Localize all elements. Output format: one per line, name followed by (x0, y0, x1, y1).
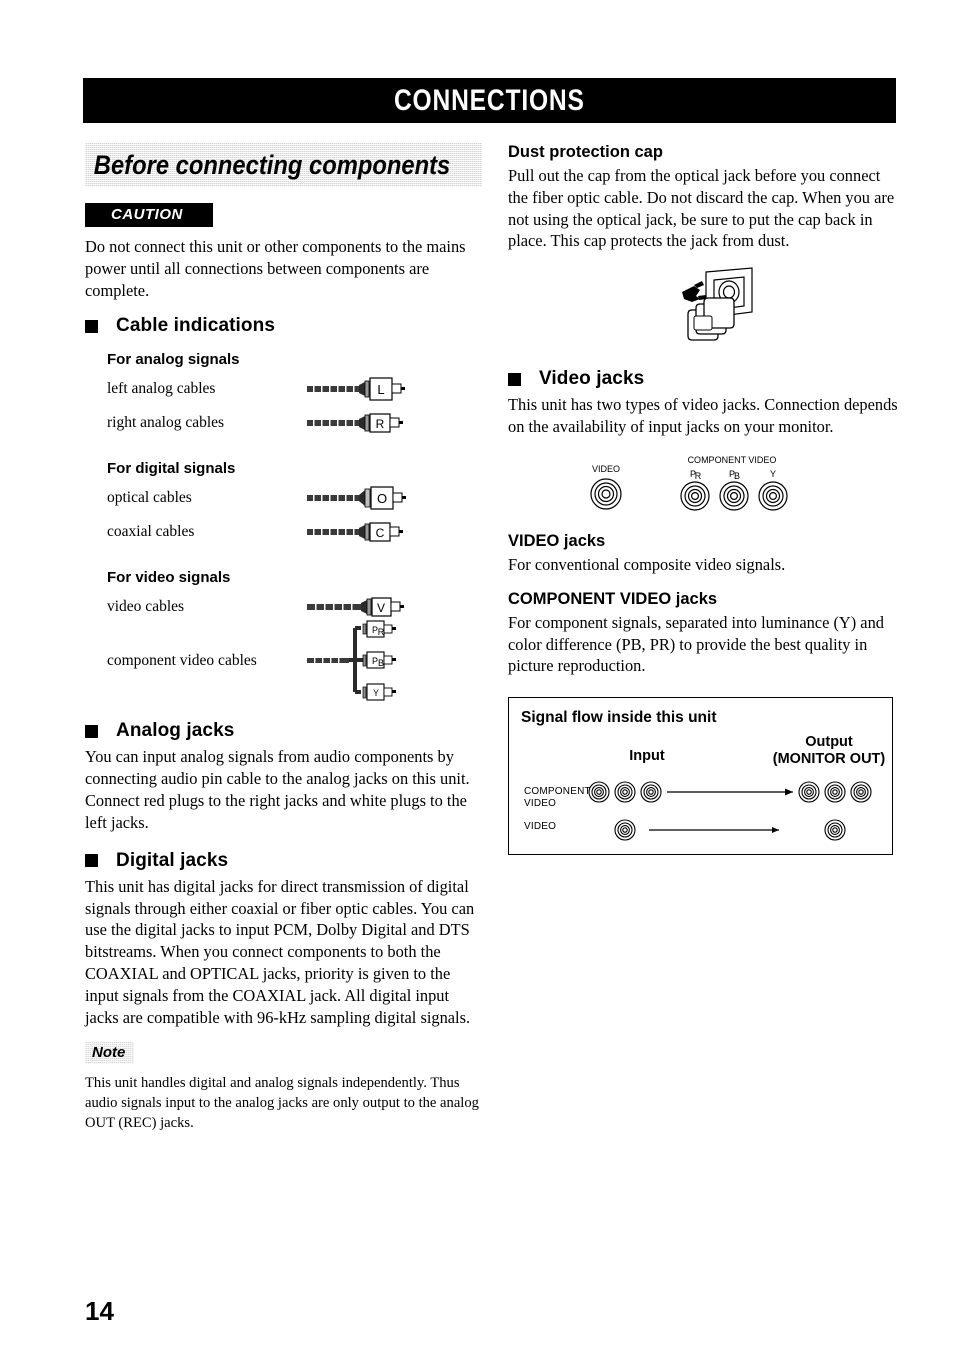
page-number: 14 (85, 1296, 114, 1326)
cable-group-video: For video signals video cables V compone… (85, 569, 483, 701)
row1-label-line1: COMPONENT (524, 786, 591, 798)
cable-label: left analog cables (107, 380, 216, 398)
cable-group-digital: For digital signals optical cables O coa… (85, 460, 483, 549)
cable-row-left-analog: left analog cables L (107, 372, 483, 406)
cable-connector-c-icon: C (307, 519, 407, 545)
caution-text: Do not connect this unit or other compon… (85, 237, 466, 300)
svg-text:V: V (377, 601, 385, 615)
signal-flow-title: Signal flow inside this unit (521, 709, 717, 727)
heading-cable-indications: Cable indications (85, 315, 483, 337)
signal-flow-row1-label: COMPONENT VIDEO (524, 786, 591, 809)
heading-dust-protection-cap: Dust protection cap (508, 143, 663, 161)
cable-connector-v-icon: V (307, 594, 407, 620)
heading-digital-jacks: Digital jacks (85, 850, 483, 872)
cable-label: optical cables (107, 489, 192, 507)
jack-diagram-component-label: COMPONENT VIDEO (688, 455, 777, 465)
cable-group-analog: For analog signals left analog cables L … (85, 351, 483, 440)
heading-video-jacks-detail: VIDEO jacks (508, 531, 606, 550)
left-column: Before connecting components CAUTION Do … (85, 143, 483, 1148)
heading-component-video-jacks: COMPONENT VIDEO jacks (508, 589, 718, 608)
cable-label: right analog cables (107, 414, 225, 432)
dust-cap-text: Pull out the cap from the optical jack b… (508, 166, 895, 251)
heading-label: Analog jacks (116, 720, 235, 742)
cable-row-coaxial: coaxial cables C (107, 515, 483, 549)
heading-label: Digital jacks (116, 849, 229, 871)
signal-flow-row2-label: VIDEO (524, 821, 557, 833)
cable-group-title: For digital signals (107, 460, 236, 478)
signal-flow-jacks-and-arrows (588, 781, 872, 841)
video-jacks-text: This unit has two types of video jacks. … (508, 395, 898, 437)
cable-connector-o-icon: O (307, 485, 407, 511)
square-bullet-icon (85, 319, 98, 333)
cable-row-optical: optical cables O (107, 481, 483, 515)
square-bullet-icon (85, 724, 98, 738)
cable-label: coaxial cables (107, 523, 195, 541)
signal-flow-output-label-line2: (MONITOR OUT) (772, 751, 886, 768)
cable-label: video cables (107, 598, 185, 616)
note-badge: Note (85, 1042, 134, 1064)
cable-row-right-analog: right analog cables R (107, 406, 483, 440)
cable-row-component-video: component video cables P R P B Y (107, 620, 483, 701)
analog-jacks-text: You can input analog signals from audio … (85, 747, 470, 832)
video-jack-diagram: VIDEO COMPONENT VIDEO P R P B Y (568, 452, 898, 514)
heading-label: Video jacks (539, 368, 645, 390)
cable-connector-r-icon: R (307, 410, 407, 436)
jack-diagram-video-label: VIDEO (592, 464, 620, 474)
square-bullet-icon (508, 372, 521, 386)
cable-group-title: For analog signals (107, 351, 240, 369)
svg-text:Y: Y (770, 469, 776, 479)
svg-text:C: C (376, 526, 385, 540)
caution-badge: CAUTION (85, 203, 213, 227)
heading-label: Cable indications (116, 315, 276, 337)
cable-row-video: video cables V (107, 590, 483, 624)
cable-connector-component-icon: P R P B Y (307, 620, 407, 702)
row1-label-line2: VIDEO (524, 797, 557, 809)
section-title: Before connecting components (93, 149, 451, 180)
component-video-detail-text: For component signals, separated into lu… (508, 612, 884, 676)
svg-text:R: R (376, 417, 385, 431)
signal-flow-diagram: Signal flow inside this unit Input Outpu… (508, 697, 893, 856)
svg-text:O: O (377, 491, 387, 506)
svg-text:R: R (695, 471, 702, 481)
cable-label: component video cables (107, 652, 257, 670)
heading-video-jacks: Video jacks (508, 368, 898, 390)
svg-text:B: B (378, 658, 384, 668)
cable-group-title: For video signals (107, 569, 231, 587)
manual-page: CONNECTIONS Before connecting components… (0, 0, 954, 1352)
svg-text:Y: Y (373, 688, 379, 698)
section-header-band: Before connecting components (85, 143, 482, 187)
page-title: CONNECTIONS (394, 83, 585, 117)
square-bullet-icon (85, 854, 98, 868)
cable-connector-l-icon: L (307, 376, 407, 402)
right-column: Dust protection cap Pull out the cap fro… (508, 143, 898, 856)
page-banner: CONNECTIONS (83, 78, 896, 123)
video-jacks-detail-text: For conventional composite video signals… (508, 554, 786, 574)
heading-analog-jacks: Analog jacks (85, 720, 483, 742)
note-text: This unit handles digital and analog sig… (85, 1075, 479, 1132)
signal-flow-output-label-line1: Output (805, 734, 853, 751)
digital-jacks-text: This unit has digital jacks for direct t… (85, 876, 475, 1027)
svg-text:B: B (734, 471, 740, 481)
signal-flow-input-label: Input (629, 748, 665, 765)
svg-text:L: L (377, 382, 384, 397)
dust-cap-illustration (648, 266, 898, 346)
